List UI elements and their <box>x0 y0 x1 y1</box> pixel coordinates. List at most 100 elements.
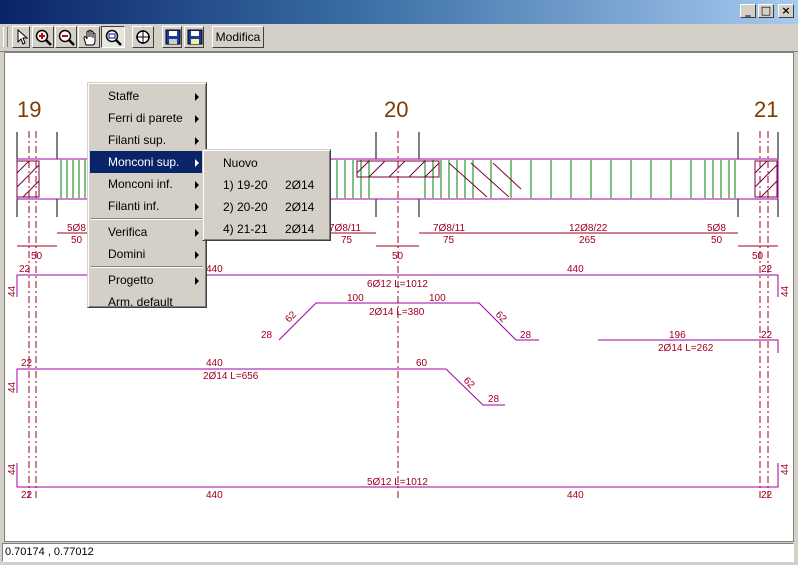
rebar-length: 22 <box>761 330 773 341</box>
rebar-hook: 44 <box>7 463 18 475</box>
stirrup-label: 5Ø8 <box>707 223 726 234</box>
axis-label-20: 20 <box>384 97 408 122</box>
submenu-item-bars: 2Ø14 <box>285 200 315 214</box>
title-bar[interactable]: _ □ × <box>0 0 798 24</box>
submenu-item-label: 2) 20-20 <box>223 200 268 214</box>
rebar-length: 100 <box>347 293 364 304</box>
submenu-arrow-icon <box>195 159 199 167</box>
toolbar: Modifica <box>0 24 798 52</box>
select-tool-button[interactable] <box>12 26 30 48</box>
menu-item-label: Ferri di parete <box>108 111 183 125</box>
menu-item-verifica[interactable]: Verifica <box>90 221 204 243</box>
submenu-item-20-20[interactable]: 2) 20-20 2Ø14 <box>205 196 328 218</box>
dimension-value: 50 <box>31 251 43 262</box>
context-menu: Staffe Ferri di parete Filanti sup. Monc… <box>87 82 207 309</box>
maximize-icon: □ <box>760 4 772 17</box>
submenu-arrow-icon <box>195 181 199 189</box>
rebar-label: 5Ø12 L=1012 <box>367 477 428 488</box>
dimension-value: 50 <box>711 235 723 246</box>
menu-item-monconi-sup[interactable]: Monconi sup. <box>90 151 204 173</box>
menu-item-label: Monconi sup. <box>108 155 180 169</box>
rebar-length: 22 <box>21 490 33 501</box>
menu-item-label: Filanti inf. <box>108 199 160 213</box>
zoom-out-button[interactable] <box>55 26 77 48</box>
stirrup-label: 7Ø8/11 <box>329 223 361 234</box>
menu-item-progetto[interactable]: Progetto <box>90 269 204 291</box>
axis-label-19: 19 <box>17 97 41 122</box>
coordinates-readout: 0.70174 , 0.77012 <box>5 546 94 558</box>
menu-item-arm-default[interactable]: Arm. default <box>90 291 204 313</box>
arrow-pointer-icon <box>17 29 29 45</box>
rebar-length: 22 <box>761 490 773 501</box>
menu-item-label: Staffe <box>108 89 140 103</box>
menu-item-monconi-inf[interactable]: Monconi inf. <box>90 173 204 195</box>
menu-item-label: Domini <box>108 247 146 261</box>
menu-item-ferri-di-parete[interactable]: Ferri di parete <box>90 107 204 129</box>
close-icon: × <box>781 4 791 17</box>
rebar-length: 440 <box>206 358 223 369</box>
stirrup-label: 12Ø8/22 <box>569 223 608 234</box>
rebar-hook: 44 <box>780 463 791 475</box>
maximize-button[interactable]: □ <box>758 4 774 18</box>
rebar-length: 440 <box>206 490 223 501</box>
rebar-length: 60 <box>416 358 428 369</box>
menu-item-domini[interactable]: Domini <box>90 243 204 265</box>
rebar-hook: 44 <box>7 381 18 393</box>
zoom-window-icon <box>105 29 122 46</box>
toolbar-grip[interactable] <box>3 27 8 47</box>
zoom-window-button[interactable] <box>101 26 125 48</box>
dimension-value: 265 <box>579 235 596 246</box>
dimension-value: 50 <box>752 251 764 262</box>
menu-item-label: Arm. default <box>108 295 173 309</box>
minimize-button[interactable]: _ <box>740 4 756 18</box>
menu-item-staffe[interactable]: Staffe <box>90 85 204 107</box>
menu-separator <box>91 218 203 220</box>
modifica-button[interactable]: Modifica <box>212 26 264 48</box>
axis-label-21: 21 <box>754 97 778 122</box>
rebar-length: 440 <box>567 264 584 275</box>
submenu-item-bars: 2Ø14 <box>285 222 315 236</box>
submenu-arrow-icon <box>195 115 199 123</box>
rebar-label: 6Ø12 L=1012 <box>367 279 428 290</box>
dimension-value: 75 <box>443 235 455 246</box>
rebar-length: 22 <box>761 264 773 275</box>
zoom-extents-icon <box>136 30 150 44</box>
stirrup-label: 7Ø8/11 <box>433 223 465 234</box>
rebar-length: 28 <box>488 394 500 405</box>
pan-button[interactable] <box>78 26 100 48</box>
submenu-item-19-20[interactable]: 1) 19-20 2Ø14 <box>205 174 328 196</box>
close-button[interactable]: × <box>778 4 794 18</box>
submenu-item-label: 4) 21-21 <box>223 222 268 236</box>
submenu-arrow-icon <box>195 229 199 237</box>
menu-item-label: Verifica <box>108 225 148 239</box>
save-as-button[interactable] <box>184 26 204 48</box>
dimension-value: 50 <box>71 235 83 246</box>
rebar-length: 28 <box>520 330 532 341</box>
menu-item-filanti-sup[interactable]: Filanti sup. <box>90 129 204 151</box>
rebar-hook: 44 <box>7 285 18 297</box>
rebar-length: 62 <box>493 309 509 325</box>
zoom-in-icon <box>35 29 52 46</box>
submenu-arrow-icon <box>195 93 199 101</box>
zoom-extents-button[interactable] <box>132 26 154 48</box>
rebar-length: 22 <box>21 358 33 369</box>
zoom-in-button[interactable] <box>32 26 54 48</box>
menu-separator <box>91 266 203 268</box>
submenu-item-21-21[interactable]: 4) 21-21 2Ø14 <box>205 218 328 240</box>
rebar-label: 2Ø14 L=380 <box>369 307 425 318</box>
submenu-item-label: 1) 19-20 <box>223 178 268 192</box>
submenu-arrow-icon <box>195 203 199 211</box>
menu-item-filanti-inf[interactable]: Filanti inf. <box>90 195 204 217</box>
floppy-disk-save-as-icon <box>187 29 203 45</box>
submenu-arrow-icon <box>195 277 199 285</box>
hand-icon <box>83 29 96 46</box>
rebar-length: 100 <box>429 293 446 304</box>
submenu-item-nuovo[interactable]: Nuovo <box>205 152 328 174</box>
rebar-length: 196 <box>669 330 686 341</box>
rebar-length: 440 <box>206 264 223 275</box>
window-controls: _ □ × <box>740 4 794 18</box>
rebar-length: 440 <box>567 490 584 501</box>
submenu-arrow-icon <box>195 251 199 259</box>
monconi-sup-submenu: Nuovo 1) 19-20 2Ø14 2) 20-20 2Ø14 4) 21-21… <box>202 149 331 241</box>
save-button[interactable] <box>162 26 182 48</box>
